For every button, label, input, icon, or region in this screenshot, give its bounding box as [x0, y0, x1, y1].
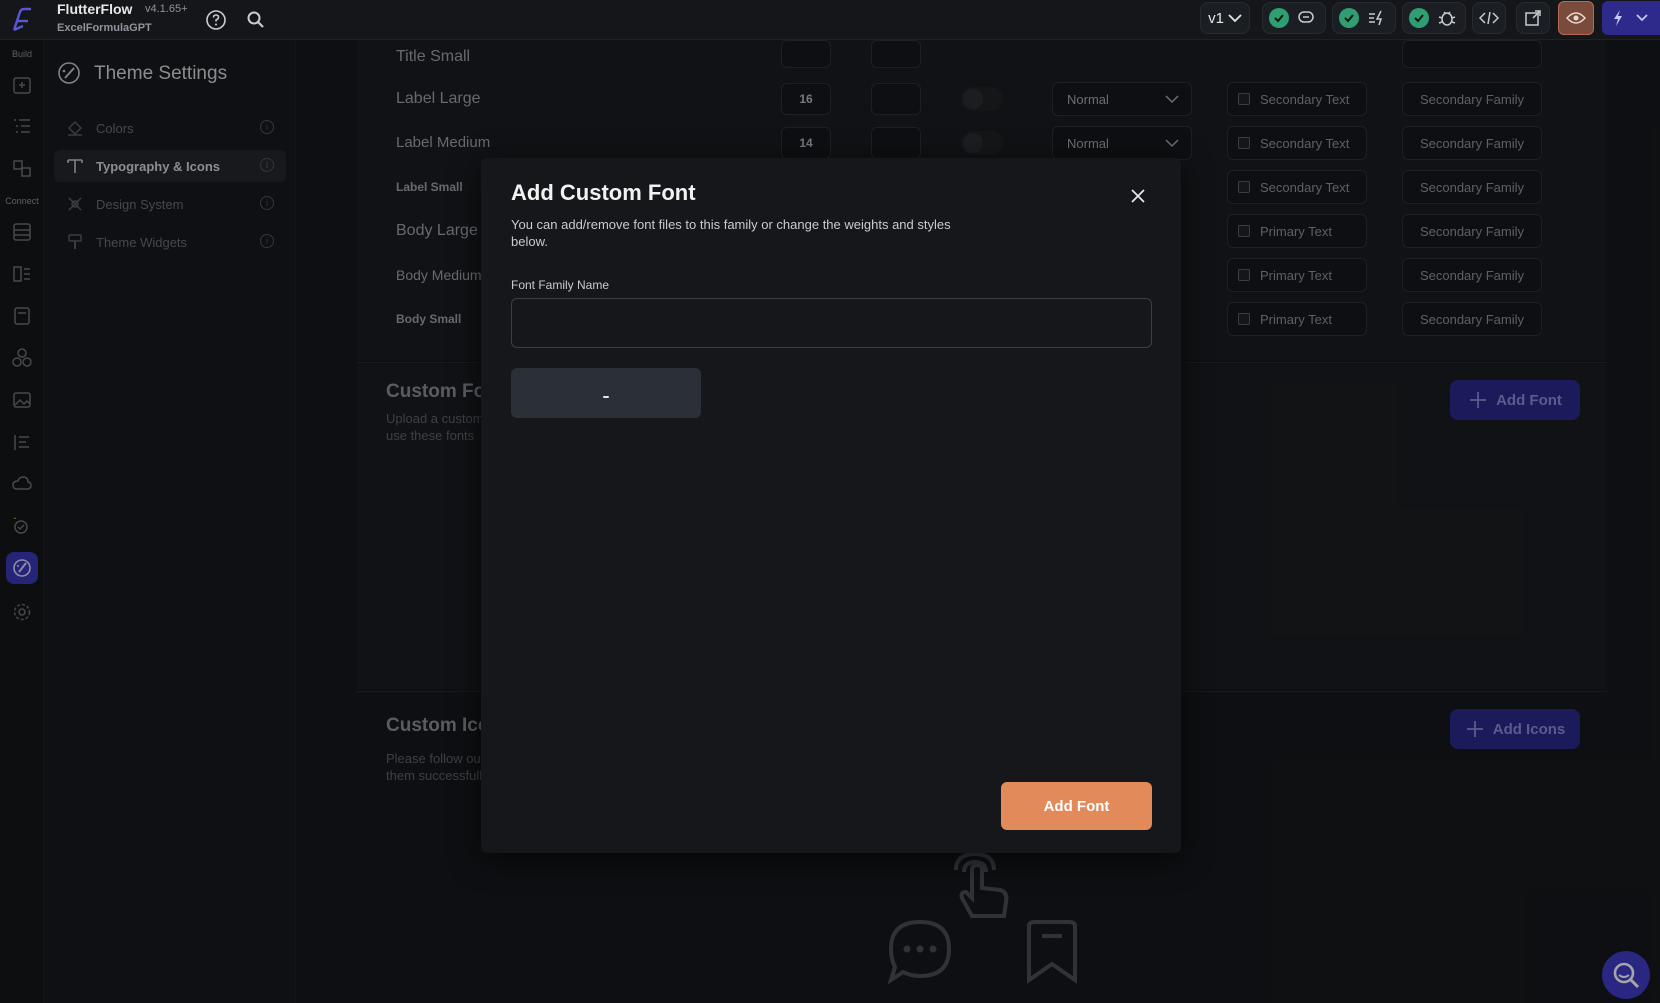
- app-name: FlutterFlow: [57, 1, 133, 17]
- top-bar: FlutterFlow v4.1.65+ ExcelFormulaGPT v1: [0, 0, 1660, 40]
- help-icon[interactable]: [202, 6, 230, 34]
- flutterflow-logo-icon[interactable]: [4, 2, 38, 36]
- preview-button[interactable]: [1558, 1, 1594, 35]
- search-icon[interactable]: [242, 6, 270, 34]
- external-link-icon: [1525, 10, 1541, 26]
- font-family-name-label: Font Family Name: [511, 278, 610, 292]
- check-icon: [1339, 8, 1359, 28]
- comments-icon: [1298, 11, 1314, 23]
- loading-indicator-icon: [603, 396, 609, 398]
- add-custom-font-dialog: Add Custom Font You can add/remove font …: [481, 158, 1181, 853]
- version-label: v1: [1208, 9, 1224, 27]
- flow-status-group[interactable]: [1332, 2, 1396, 34]
- code-view-button[interactable]: [1472, 2, 1506, 34]
- close-icon[interactable]: [1126, 184, 1150, 208]
- app-root: FlutterFlow v4.1.65+ ExcelFormulaGPT v1: [0, 0, 1660, 1003]
- chevron-down-icon: [1228, 14, 1242, 23]
- open-external-button[interactable]: [1516, 2, 1550, 34]
- add-font-submit-button[interactable]: Add Font: [1001, 782, 1152, 830]
- comments-status-group[interactable]: [1262, 2, 1326, 34]
- upload-font-file-button[interactable]: [511, 368, 701, 418]
- run-button[interactable]: [1602, 1, 1660, 35]
- font-family-name-input[interactable]: [511, 298, 1152, 348]
- code-icon: [1479, 11, 1499, 25]
- chevron-down-icon[interactable]: [1636, 14, 1648, 22]
- lightning-icon: [1614, 10, 1622, 26]
- flash-list-icon: [1369, 10, 1383, 26]
- project-name[interactable]: ExcelFormulaGPT: [57, 22, 152, 34]
- bug-icon: [1438, 11, 1456, 26]
- app-version: v4.1.65+: [145, 3, 188, 15]
- dialog-title: Add Custom Font: [511, 180, 696, 205]
- check-icon: [1269, 8, 1289, 28]
- dialog-description: You can add/remove font files to this fa…: [511, 217, 951, 249]
- check-icon: [1409, 8, 1429, 28]
- version-select[interactable]: v1: [1200, 2, 1250, 34]
- debug-status-group[interactable]: [1402, 2, 1466, 34]
- eye-icon: [1566, 12, 1586, 24]
